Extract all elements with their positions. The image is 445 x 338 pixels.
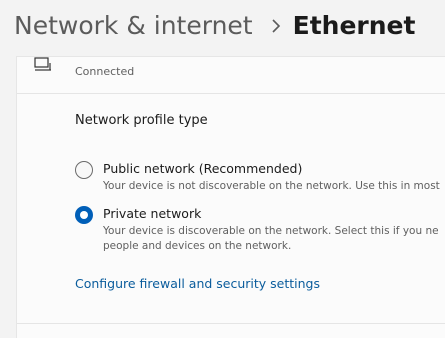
private-network-title[interactable]: Private network xyxy=(103,206,201,221)
breadcrumb: Network & internet Ethernet xyxy=(14,6,415,46)
chevron-right-icon xyxy=(271,19,281,33)
divider xyxy=(17,323,445,324)
breadcrumb-parent[interactable]: Network & internet xyxy=(14,6,253,46)
ethernet-settings-card: Connected Network profile type Public ne… xyxy=(16,56,445,338)
configure-firewall-link[interactable]: Configure firewall and security settings xyxy=(75,276,320,291)
public-network-description: Your device is not discoverable on the n… xyxy=(103,180,440,192)
public-network-radio[interactable] xyxy=(75,161,93,179)
network-profile-label: Network profile type xyxy=(75,113,208,128)
public-network-title[interactable]: Public network (Recommended) xyxy=(103,161,302,176)
private-network-radio[interactable] xyxy=(75,206,93,224)
ethernet-icon xyxy=(34,57,52,73)
divider xyxy=(17,93,445,94)
private-network-description: Your device is discoverable on the netwo… xyxy=(103,225,439,252)
connection-status: Connected xyxy=(75,65,135,78)
settings-page: Network & internet Ethernet Connected Ne… xyxy=(0,0,445,338)
page-title: Ethernet xyxy=(292,11,416,40)
